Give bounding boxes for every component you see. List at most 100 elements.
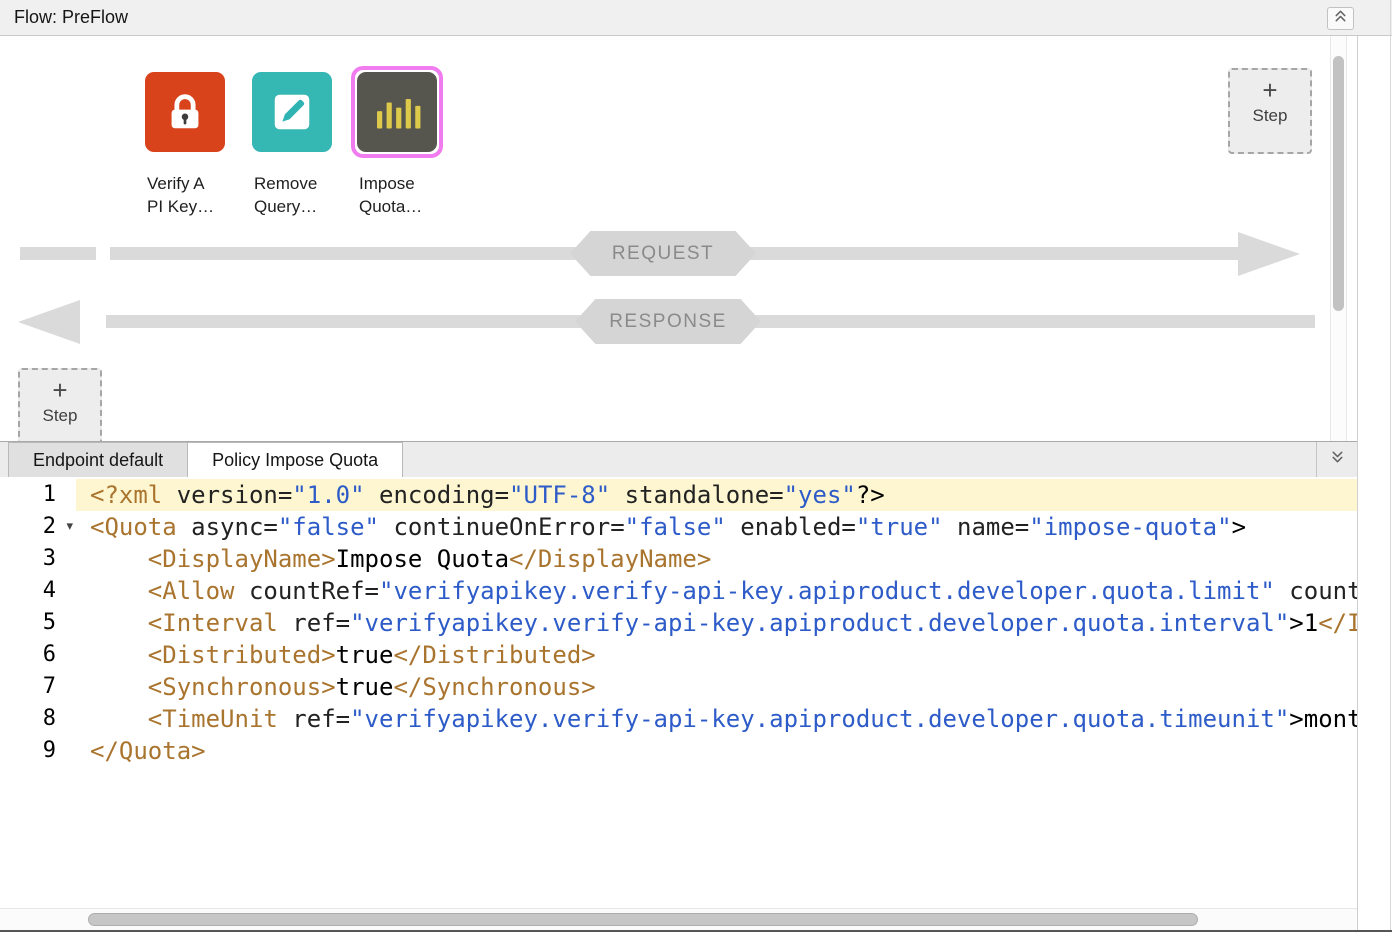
code-line[interactable]: 8 <TimeUnit ref="verifyapikey.verify-api…: [0, 703, 1357, 735]
code-token: "yes": [784, 481, 856, 509]
code-token: </I: [1318, 609, 1357, 637]
editor-horizontal-scrollbar: [0, 908, 1357, 930]
line-number: 3: [0, 543, 76, 575]
flow-step-impose-quota[interactable]: ImposeQuota…: [357, 72, 461, 218]
code-line-text: <Quota async="false" continueOnError="fa…: [76, 511, 1357, 543]
hscrollbar-thumb[interactable]: [88, 913, 1198, 926]
line-number: 5: [0, 607, 76, 639]
step-selection-frame: [246, 66, 338, 158]
line-number: 4: [0, 575, 76, 607]
tab-policy-impose-quota[interactable]: Policy Impose Quota: [188, 442, 403, 477]
add-step-label: Step: [20, 406, 100, 426]
window-scroll-gutter: [1357, 36, 1392, 930]
response-badge: RESPONSE: [575, 299, 761, 344]
code-token: countRef=: [235, 577, 380, 605]
request-bar-tail: [20, 247, 96, 260]
code-token: true: [336, 641, 394, 669]
code-token: [90, 545, 148, 573]
code-token: name=: [943, 513, 1030, 541]
code-editor[interactable]: 1<?xml version="1.0" encoding="UTF-8" st…: [0, 477, 1357, 908]
code-line[interactable]: 3 <DisplayName>Impose Quota</DisplayName…: [0, 543, 1357, 575]
code-token: "false": [278, 513, 379, 541]
code-line[interactable]: 5 <Interval ref="verifyapikey.verify-api…: [0, 607, 1357, 639]
code-token: "UTF-8": [509, 481, 610, 509]
code-token: [90, 673, 148, 701]
code-token: version=: [162, 481, 292, 509]
code-token: [90, 609, 148, 637]
line-number: 9: [0, 735, 76, 767]
code-token: "impose-quota": [1029, 513, 1231, 541]
code-token: "false": [625, 513, 726, 541]
code-token: async=: [177, 513, 278, 541]
request-badge: REQUEST: [570, 231, 756, 276]
line-number: 1: [0, 479, 76, 511]
window-bottom-edge: [0, 930, 1392, 932]
lock-icon: [145, 72, 225, 152]
editor-collapse-button[interactable]: [1316, 442, 1357, 477]
code-token: </Distributed>: [393, 641, 595, 669]
code-token: [90, 641, 148, 669]
plus-icon: +: [1230, 76, 1310, 104]
code-token: count: [1275, 577, 1357, 605]
line-number: 2▾: [0, 511, 76, 543]
code-token: <Allow: [148, 577, 235, 605]
flow-step-remove-query-param[interactable]: RemoveQuery…: [252, 72, 356, 218]
code-line-text: <Interval ref="verifyapikey.verify-api-k…: [76, 607, 1357, 639]
code-line-text: </Quota>: [76, 735, 1357, 767]
code-line[interactable]: 7 <Synchronous>true</Synchronous>: [0, 671, 1357, 703]
code-token: <?xml: [90, 481, 162, 509]
editor-tabbar: Endpoint defaultPolicy Impose Quota: [0, 441, 1357, 477]
code-line[interactable]: 9 </Quota>: [0, 735, 1357, 767]
fold-arrow-icon[interactable]: ▾: [66, 510, 73, 542]
code-token: "1.0": [292, 481, 364, 509]
code-token: [90, 705, 148, 733]
double-chevron-up-icon: [1333, 8, 1348, 29]
code-lines: 1<?xml version="1.0" encoding="UTF-8" st…: [0, 479, 1357, 767]
code-token: >: [1232, 513, 1246, 541]
add-step-button-top[interactable]: + Step: [1228, 68, 1312, 154]
add-step-label: Step: [1230, 106, 1310, 126]
code-line-text: <?xml version="1.0" encoding="UTF-8" sta…: [76, 479, 1357, 511]
code-line-text: <TimeUnit ref="verifyapikey.verify-api-k…: [76, 703, 1357, 735]
step-label: Verify API Key…: [145, 172, 249, 218]
request-arrowhead-icon: [1238, 232, 1300, 276]
tab-endpoint-default[interactable]: Endpoint default: [8, 442, 188, 477]
code-token: [90, 577, 148, 605]
flow-vertical-scrollbar: [1330, 36, 1347, 441]
code-token: <Distributed>: [148, 641, 336, 669]
line-number: 7: [0, 671, 76, 703]
code-token: continueOnError=: [379, 513, 625, 541]
flow-titlebar: Flow: PreFlow: [0, 0, 1392, 36]
code-token: true: [336, 673, 394, 701]
flow-collapse-button[interactable]: [1327, 7, 1354, 30]
line-number: 6: [0, 639, 76, 671]
add-step-button-bottom[interactable]: + Step: [18, 368, 102, 441]
flow-scrollbar-thumb[interactable]: [1333, 56, 1344, 311]
code-line[interactable]: 2▾<Quota async="false" continueOnError="…: [0, 511, 1357, 543]
step-selection-frame: [139, 66, 231, 158]
code-token: >mont: [1289, 705, 1357, 733]
code-token: </Quota>: [90, 737, 206, 765]
code-token: <Quota: [90, 513, 177, 541]
code-line[interactable]: 1<?xml version="1.0" encoding="UTF-8" st…: [0, 479, 1357, 511]
response-arrowhead-icon: [18, 300, 80, 344]
code-token: <DisplayName>: [148, 545, 336, 573]
window-right-edge: [1390, 0, 1391, 930]
double-chevron-down-icon: [1330, 449, 1345, 470]
code-line[interactable]: 4 <Allow countRef="verifyapikey.verify-a…: [0, 575, 1357, 607]
quota-bars-icon: [357, 72, 437, 152]
code-token: "verifyapikey.verify-api-key.apiproduct.…: [350, 609, 1289, 637]
code-token: </Synchronous>: [393, 673, 595, 701]
plus-icon: +: [20, 376, 100, 404]
flow-step-verify-api-key[interactable]: Verify API Key…: [145, 72, 249, 218]
code-line[interactable]: 6 <Distributed>true</Distributed>: [0, 639, 1357, 671]
pencil-icon: [252, 72, 332, 152]
code-token: <TimeUnit: [148, 705, 278, 733]
code-token: "verifyapikey.verify-api-key.apiproduct.…: [379, 577, 1275, 605]
code-token: <Synchronous>: [148, 673, 336, 701]
step-selection-frame: [351, 66, 443, 158]
code-line-text: <Distributed>true</Distributed>: [76, 639, 1357, 671]
line-number: 8: [0, 703, 76, 735]
code-token: <Interval: [148, 609, 278, 637]
code-token: standalone=: [610, 481, 783, 509]
